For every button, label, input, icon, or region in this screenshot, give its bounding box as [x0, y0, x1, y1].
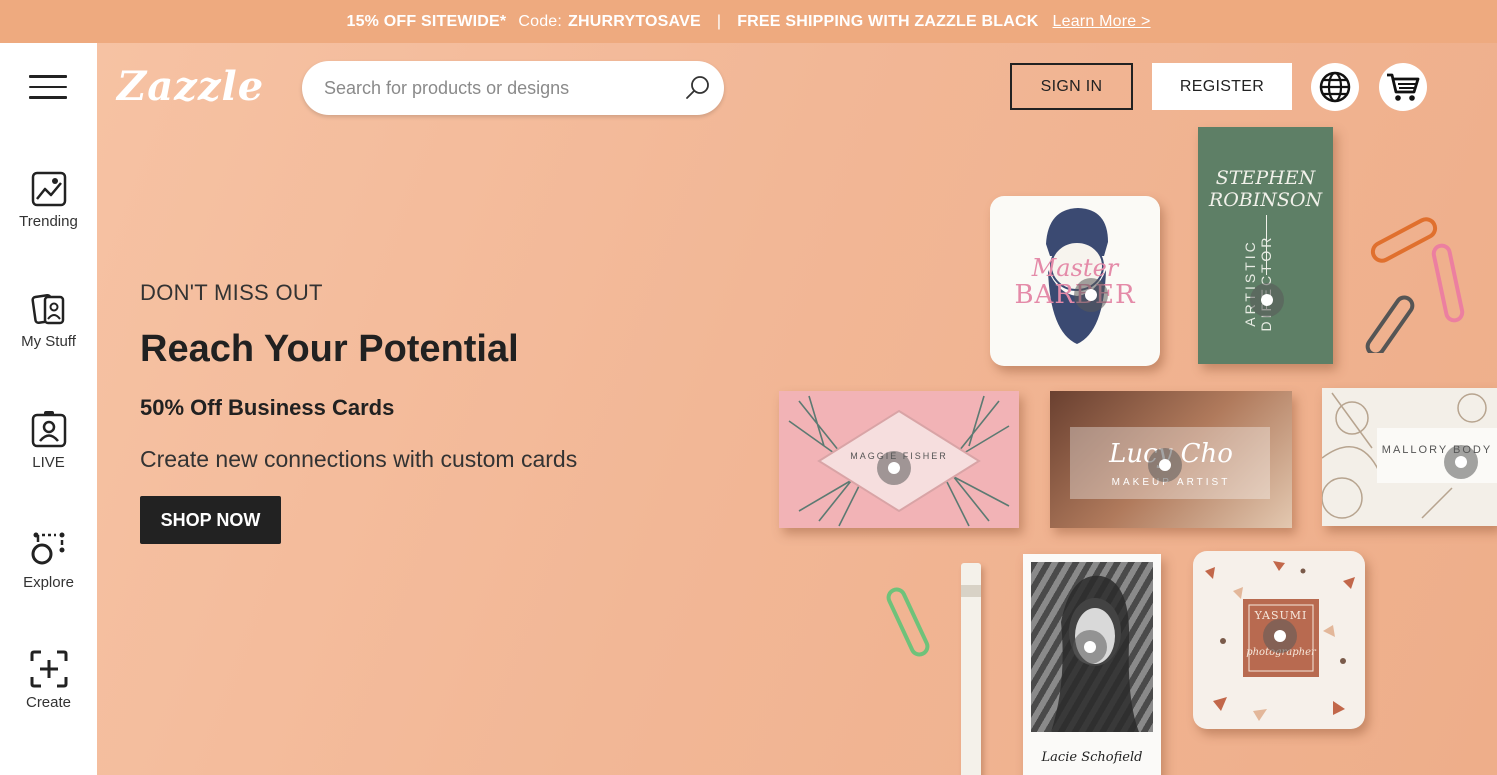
barber-card[interactable]: Master BARBER	[990, 196, 1160, 366]
floral-card[interactable]: MALLORY BODY	[1322, 388, 1497, 526]
terrazzo-card[interactable]: YASUMI photographer	[1193, 551, 1365, 729]
my-stuff-icon	[30, 294, 64, 325]
pencil-decoration	[961, 563, 981, 775]
register-button[interactable]: REGISTER	[1152, 63, 1292, 110]
pink-leaf-card[interactable]: MAGGIE FISHER	[779, 391, 1019, 528]
trending-icon	[31, 171, 66, 207]
promo-shipping: FREE SHIPPING WITH ZAZZLE BLACK	[737, 12, 1039, 30]
language-button[interactable]	[1311, 63, 1359, 111]
green-card-name1: STEPHEN	[1215, 167, 1316, 189]
sign-in-button[interactable]: SIGN IN	[1010, 63, 1133, 110]
paper-clips-decoration	[1365, 217, 1465, 353]
hero-description: Create new connections with custom cards	[140, 446, 578, 472]
learn-more-link[interactable]: Learn More >	[1053, 13, 1151, 31]
pink-card-hotspot[interactable]	[877, 451, 911, 485]
sidebar: Trending My Stuff LIVE Explore Create	[0, 43, 97, 775]
hamburger-menu-icon[interactable]	[29, 75, 67, 101]
promo-bar: 15% OFF SITEWIDE* Code: ZHURRYTOSAVE | F…	[0, 0, 1497, 43]
sidebar-item-live[interactable]: LIVE	[0, 410, 97, 471]
makeup-artist-card[interactable]: Lucy Cho MAKEUP ARTIST	[1050, 391, 1292, 528]
sidebar-item-explore[interactable]: Explore	[0, 530, 97, 591]
sidebar-item-create[interactable]: Create	[0, 650, 97, 711]
barber-card-line1: Master	[1031, 254, 1119, 282]
live-icon	[31, 411, 66, 448]
promo-offer: 15% OFF SITEWIDE*	[346, 12, 507, 30]
barber-card-hotspot[interactable]	[1074, 278, 1108, 312]
hero-subhead: 50% Off Business Cards	[140, 395, 395, 420]
sidebar-item-label: LIVE	[32, 454, 65, 471]
terrazzo-card-hotspot[interactable]	[1263, 619, 1297, 653]
hero-eyebrow: DON'T MISS OUT	[140, 280, 323, 305]
sidebar-item-label: My Stuff	[21, 333, 76, 350]
green-business-card[interactable]: STEPHEN ROBINSON ARTISTIC DIRECTOR	[1198, 127, 1333, 364]
shop-now-button[interactable]: SHOP NOW	[140, 496, 281, 544]
green-paper-clip-decoration	[886, 587, 930, 657]
hero-banner: Zazzle SIGN IN REGISTER DON'T MISS OUT R…	[97, 43, 1497, 775]
sidebar-item-label: Explore	[23, 574, 74, 591]
search-input[interactable]	[324, 77, 664, 99]
cart-icon	[1387, 73, 1420, 101]
floral-card-name: MALLORY BODY	[1381, 444, 1493, 456]
sidebar-item-label: Create	[25, 694, 72, 711]
globe-icon	[1319, 71, 1351, 103]
sidebar-item-my-stuff[interactable]: My Stuff	[0, 291, 97, 350]
promo-code: ZHURRYTOSAVE	[568, 12, 701, 30]
search-bar	[302, 61, 724, 115]
explore-icon	[31, 532, 64, 565]
makeup-card-hotspot[interactable]	[1148, 448, 1182, 482]
floral-card-hotspot[interactable]	[1444, 445, 1478, 479]
portrait-card[interactable]: Lacie Schofield	[1023, 554, 1161, 775]
create-icon	[30, 650, 67, 688]
portrait-card-hotspot[interactable]	[1073, 630, 1107, 664]
sidebar-item-trending[interactable]: Trending	[0, 171, 97, 230]
portrait-card-name: Lacie Schofield	[1041, 750, 1143, 765]
sidebar-item-label: Trending	[19, 213, 78, 230]
zazzle-logo[interactable]: Zazzle	[117, 63, 264, 110]
hero-headline: Reach Your Potential	[140, 328, 519, 370]
promo-code-label: Code:	[518, 12, 563, 30]
cart-button[interactable]	[1379, 63, 1427, 111]
promo-separator: |	[716, 12, 722, 30]
green-card-hotspot[interactable]	[1250, 283, 1284, 317]
search-icon[interactable]	[684, 74, 712, 102]
